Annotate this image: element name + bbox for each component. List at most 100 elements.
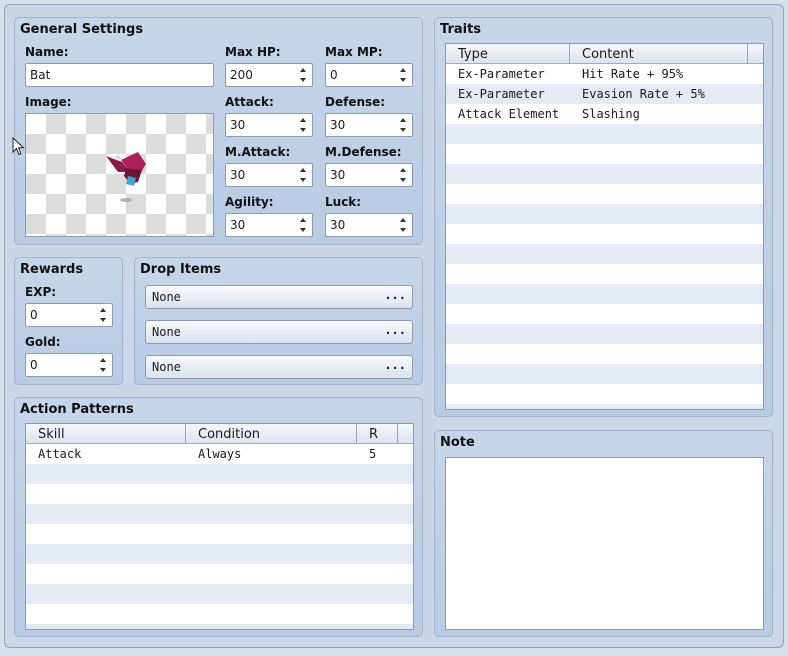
table-row[interactable]	[446, 304, 763, 324]
trait-type-cell: Ex-Parameter	[458, 67, 545, 81]
note-panel: Note	[434, 430, 773, 637]
attack-label: Attack:	[225, 95, 274, 109]
drop-item-3-button[interactable]: None ...	[145, 355, 413, 379]
table-row[interactable]	[446, 384, 763, 404]
table-row[interactable]	[446, 264, 763, 284]
up-down-arrows-icon[interactable]	[400, 67, 409, 83]
table-row[interactable]: Attack Element Slashing	[446, 104, 763, 124]
table-row[interactable]: Attack Always 5	[26, 444, 413, 464]
image-picker[interactable]	[25, 113, 214, 237]
table-row[interactable]	[446, 284, 763, 304]
drop-item-2-label: None	[152, 325, 181, 339]
drop-items-panel: Drop Items None ... None ... None ...	[134, 257, 423, 385]
attack-stepper[interactable]: 30	[225, 113, 313, 137]
luck-stepper[interactable]: 30	[325, 213, 413, 237]
table-row[interactable]: Ex-Parameter Evasion Rate + 5%	[446, 84, 763, 104]
luck-value: 30	[330, 218, 346, 232]
agility-stepper[interactable]: 30	[225, 213, 313, 237]
table-row[interactable]	[446, 184, 763, 204]
max-hp-stepper[interactable]: 200	[225, 63, 313, 87]
trait-type-cell: Attack Element	[458, 107, 560, 121]
defense-stepper[interactable]: 30	[325, 113, 413, 137]
table-row[interactable]	[26, 484, 413, 504]
up-down-arrows-icon[interactable]	[400, 117, 409, 133]
traits-panel: Traits Type Content Ex-Parameter Hit Rate…	[434, 17, 773, 417]
table-row[interactable]	[446, 204, 763, 224]
table-row[interactable]	[446, 244, 763, 264]
trait-content-cell: Evasion Rate + 5%	[582, 87, 705, 101]
up-down-arrows-icon[interactable]	[400, 217, 409, 233]
drop-item-3-label: None	[152, 360, 181, 374]
table-row[interactable]	[446, 164, 763, 184]
action-patterns-header: Skill Condition R	[26, 424, 413, 444]
action-patterns-title: Action Patterns	[20, 402, 134, 417]
drop-item-2-button[interactable]: None ...	[145, 320, 413, 344]
mdefense-value: 30	[330, 168, 346, 182]
up-down-arrows-icon[interactable]	[400, 167, 409, 183]
table-row[interactable]	[446, 224, 763, 244]
drop-item-1-label: None	[152, 290, 181, 304]
mattack-label: M.Attack:	[225, 145, 291, 159]
rewards-panel: Rewards EXP: 0 Gold: 0	[14, 257, 123, 385]
up-down-arrows-icon[interactable]	[100, 357, 109, 373]
defense-value: 30	[330, 118, 346, 132]
drop-items-title: Drop Items	[140, 262, 222, 277]
table-row[interactable]	[446, 324, 763, 344]
header-type[interactable]: Type	[446, 44, 570, 64]
max-hp-label: Max HP:	[225, 45, 281, 59]
table-row[interactable]	[446, 124, 763, 144]
table-row[interactable]	[26, 544, 413, 564]
action-patterns-table[interactable]: Skill Condition R Attack Always 5	[25, 423, 414, 630]
note-textarea[interactable]	[445, 457, 764, 630]
name-label: Name:	[25, 45, 69, 59]
up-down-arrows-icon[interactable]	[300, 67, 309, 83]
table-row[interactable]	[446, 344, 763, 364]
action-rating-cell: 5	[369, 447, 377, 461]
max-hp-value: 200	[230, 68, 253, 82]
table-row[interactable]: Ex-Parameter Hit Rate + 95%	[446, 64, 763, 84]
luck-label: Luck:	[325, 195, 362, 209]
header-skill[interactable]: Skill	[26, 424, 186, 444]
table-row[interactable]	[26, 584, 413, 604]
up-down-arrows-icon[interactable]	[300, 167, 309, 183]
ellipsis-icon: ...	[384, 358, 406, 372]
traits-body: Ex-Parameter Hit Rate + 95% Ex-Parameter Ev…	[446, 64, 763, 409]
header-content[interactable]: Content	[570, 44, 748, 64]
table-row[interactable]	[446, 404, 763, 409]
table-row[interactable]	[446, 364, 763, 384]
max-mp-stepper[interactable]: 0	[325, 63, 413, 87]
header-condition[interactable]: Condition	[186, 424, 357, 444]
mattack-stepper[interactable]: 30	[225, 163, 313, 187]
table-row[interactable]	[26, 604, 413, 624]
table-row[interactable]	[26, 464, 413, 484]
max-mp-label: Max MP:	[325, 45, 383, 59]
gold-label: Gold:	[25, 335, 61, 349]
action-skill-cell: Attack	[38, 447, 82, 461]
exp-stepper[interactable]: 0	[25, 303, 113, 327]
table-row[interactable]	[26, 564, 413, 584]
mdefense-stepper[interactable]: 30	[325, 163, 413, 187]
mattack-value: 30	[230, 168, 246, 182]
traits-table[interactable]: Type Content Ex-Parameter Hit Rate + 95% E…	[445, 43, 764, 410]
gold-value: 0	[30, 358, 38, 372]
table-row[interactable]	[26, 504, 413, 524]
bat-sprite-icon	[106, 152, 146, 202]
traits-title: Traits	[440, 22, 482, 37]
table-row[interactable]	[26, 524, 413, 544]
up-down-arrows-icon[interactable]	[100, 307, 109, 323]
drop-item-1-button[interactable]: None ...	[145, 285, 413, 309]
name-input[interactable]: Bat	[25, 63, 214, 87]
table-row[interactable]	[26, 624, 413, 629]
up-down-arrows-icon[interactable]	[300, 117, 309, 133]
max-mp-value: 0	[330, 68, 338, 82]
header-r[interactable]: R	[357, 424, 398, 444]
general-settings-title: General Settings	[20, 22, 144, 37]
mouse-pointer-icon	[12, 137, 25, 156]
trait-content-cell: Slashing	[582, 107, 640, 121]
ellipsis-icon: ...	[384, 288, 406, 302]
table-row[interactable]	[446, 144, 763, 164]
exp-value: 0	[30, 308, 38, 322]
action-patterns-body: Attack Always 5	[26, 444, 413, 629]
up-down-arrows-icon[interactable]	[300, 217, 309, 233]
gold-stepper[interactable]: 0	[25, 353, 113, 377]
